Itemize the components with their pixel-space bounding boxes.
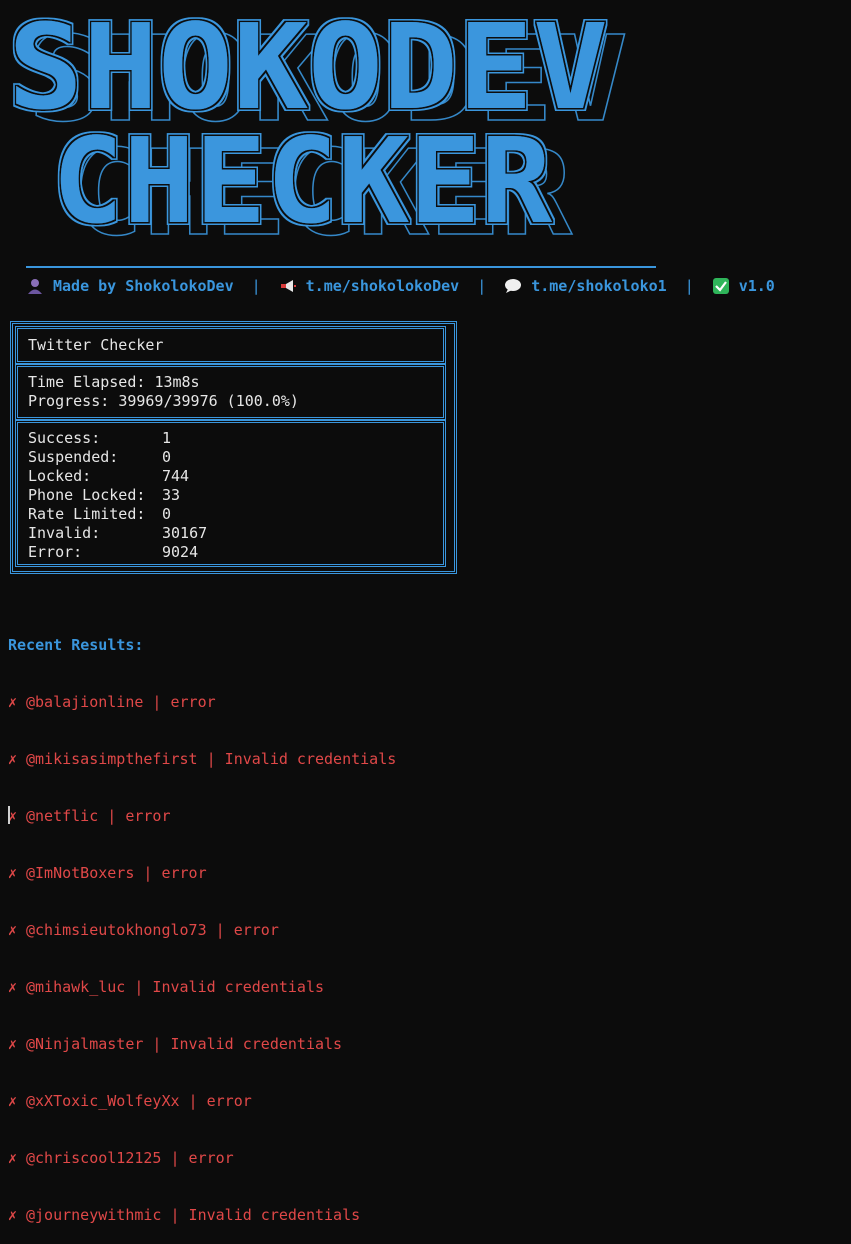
info-line: Made by ShokolokoDev | t.me/shokolokoDev…: [26, 276, 775, 296]
fail-mark-icon: ✗: [8, 978, 18, 996]
result-text: @chimsieutokhonglo73 | error: [26, 921, 279, 939]
stat-value: 744: [162, 467, 190, 485]
fail-mark-icon: ✗: [8, 1092, 18, 1110]
stat-value: 33: [162, 486, 181, 504]
result-item: ✗ @ImNotBoxers | error: [8, 864, 396, 883]
ascii-banner: SHOKODEV CHECKER SHOKODEV CHECKER: [0, 0, 851, 240]
checker-panel: Twitter Checker Time Elapsed: 13m8s Prog…: [10, 321, 457, 574]
result-text: @netflic | error: [26, 807, 171, 825]
time-label: Time Elapsed:: [28, 373, 146, 391]
stat-row: Error: 9024: [28, 543, 433, 562]
stat-label: Rate Limited:: [28, 505, 146, 523]
stat-row: Suspended: 0: [28, 448, 433, 467]
banner-art: SHOKODEV CHECKER SHOKODEV CHECKER: [8, 0, 629, 240]
result-text: @ImNotBoxers | error: [26, 864, 207, 882]
result-item: ✗ @mihawk_luc | Invalid credentials: [8, 978, 396, 997]
panel-title-box: Twitter Checker: [15, 326, 446, 364]
chat-link[interactable]: t.me/shokoloko1: [531, 277, 666, 295]
stats-box: Success: 1 Suspended: 0 Locked: 744 Phone L…: [15, 420, 446, 567]
fail-mark-icon: ✗: [8, 1206, 18, 1224]
stat-label: Invalid:: [28, 524, 101, 542]
fail-mark-icon: ✗: [8, 1035, 18, 1053]
checkmark-icon: [712, 278, 730, 294]
result-item: ✗ @balajionline | error: [8, 693, 396, 712]
stat-value: 1: [162, 429, 172, 447]
result-text: @mihawk_luc | Invalid credentials: [26, 978, 325, 996]
progress-value: 39969/39976 (100.0%): [118, 392, 299, 410]
time-value: 13m8s: [154, 373, 200, 391]
channel-link[interactable]: t.me/shokolokoDev: [306, 277, 460, 295]
result-text: @Ninjalmaster | Invalid credentials: [26, 1035, 343, 1053]
result-item: ✗ @chimsieutokhonglo73 | error: [8, 921, 396, 940]
terminal-cursor[interactable]: [8, 806, 10, 824]
stat-value: 0: [162, 505, 172, 523]
result-text: @mikisasimpthefirst | Invalid credential…: [26, 750, 397, 768]
user-icon: [26, 278, 44, 294]
fail-mark-icon: ✗: [8, 1149, 18, 1167]
divider: [26, 266, 656, 268]
stat-value: 9024: [162, 543, 199, 561]
progress-label: Progress:: [28, 392, 110, 410]
version-text: v1.0: [738, 277, 775, 295]
megaphone-icon: [279, 278, 297, 294]
stat-value: 0: [162, 448, 172, 466]
fail-mark-icon: ✗: [8, 693, 18, 711]
separator: |: [477, 277, 487, 295]
fail-mark-icon: ✗: [8, 864, 18, 882]
stat-label: Locked:: [28, 467, 92, 485]
stat-row: Locked: 744: [28, 467, 433, 486]
result-text: @balajionline | error: [26, 693, 216, 711]
stat-row: Success: 1: [28, 429, 433, 448]
stat-label: Error:: [28, 543, 83, 561]
made-by-text: Made by ShokolokoDev: [53, 277, 234, 295]
stat-value: 30167: [162, 524, 208, 542]
result-item: ✗ @Ninjalmaster | Invalid credentials: [8, 1035, 396, 1054]
separator: |: [684, 277, 694, 295]
result-item: ✗ @netflic | error: [8, 807, 396, 826]
recent-results-heading: Recent Results:: [8, 636, 144, 654]
recent-results: Recent Results: ✗ @balajionline | error ✗…: [8, 598, 396, 1244]
fail-mark-icon: ✗: [8, 921, 18, 939]
fail-mark-icon: ✗: [8, 807, 18, 825]
stat-label: Suspended:: [28, 448, 119, 466]
result-text: @chriscool12125 | error: [26, 1149, 234, 1167]
stat-label: Phone Locked:: [28, 486, 146, 504]
banner-line-2: CHECKER: [52, 112, 553, 240]
stat-row: Rate Limited: 0: [28, 505, 433, 524]
result-text: @journeywithmic | Invalid credentials: [26, 1206, 361, 1224]
result-item: ✗ @xXToxic_WolfeyXx | error: [8, 1092, 396, 1111]
result-text: @xXToxic_WolfeyXx | error: [26, 1092, 252, 1110]
result-item: ✗ @chriscool12125 | error: [8, 1149, 396, 1168]
stat-row: Phone Locked: 33: [28, 486, 433, 505]
stat-row: Invalid: 30167: [28, 524, 433, 543]
progress-box: Time Elapsed: 13m8s Progress: 39969/3997…: [15, 364, 446, 420]
result-item: ✗ @journeywithmic | Invalid credentials: [8, 1206, 396, 1225]
result-item: ✗ @mikisasimpthefirst | Invalid credentia…: [8, 750, 396, 769]
fail-mark-icon: ✗: [8, 750, 18, 768]
speech-bubble-icon: [504, 278, 522, 294]
panel-title: Twitter Checker: [28, 336, 164, 354]
stat-label: Success:: [28, 429, 101, 447]
separator: |: [251, 277, 261, 295]
